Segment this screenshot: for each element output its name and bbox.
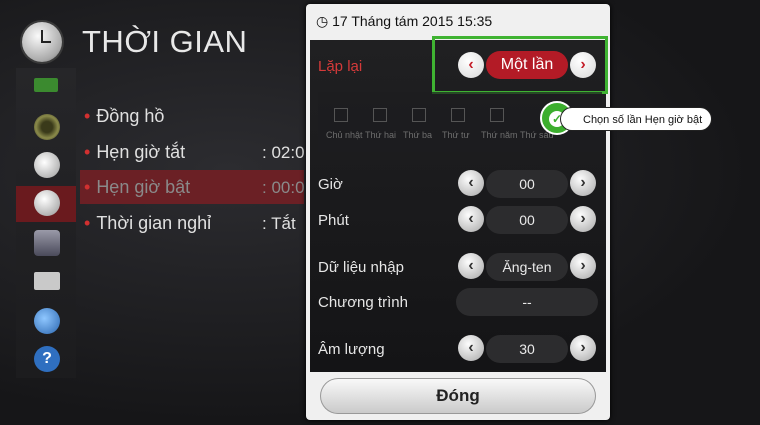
- menu-item-clock[interactable]: • Đồng hồ: [84, 106, 164, 127]
- volume-label: Âm lượng: [318, 341, 385, 358]
- repeat-highlight-box: [432, 36, 608, 94]
- hour-prev-button[interactable]: ‹: [458, 170, 484, 196]
- page-title: THỜI GIAN: [82, 24, 248, 59]
- input-prev-button[interactable]: ‹: [458, 253, 484, 279]
- keyboard-icon[interactable]: [34, 272, 60, 290]
- lock-icon[interactable]: [34, 230, 60, 256]
- volume-value[interactable]: 30: [486, 335, 568, 363]
- program-value[interactable]: --: [456, 288, 598, 316]
- input-value[interactable]: Ăng-ten: [486, 253, 568, 281]
- close-button[interactable]: Đóng: [320, 378, 596, 414]
- day-checkbox[interactable]: [334, 108, 348, 122]
- volume-prev-button[interactable]: ‹: [458, 335, 484, 361]
- picture-icon[interactable]: [34, 78, 58, 92]
- clock-icon[interactable]: [34, 190, 60, 216]
- menu-item-sleep-timer[interactable]: • Thời gian nghỉ: [84, 213, 211, 234]
- minute-next-button[interactable]: ›: [570, 206, 596, 232]
- day-checkbox[interactable]: [373, 108, 387, 122]
- day-label: Thứ năm: [481, 130, 518, 140]
- day-checkbox[interactable]: [412, 108, 426, 122]
- hour-value[interactable]: 00: [486, 170, 568, 198]
- hour-label: Giờ: [318, 176, 343, 193]
- day-label: Thứ tư: [442, 130, 470, 140]
- clock-icon: ◷: [316, 13, 329, 29]
- menu-item-on-timer[interactable]: • Hẹn giờ bật: [84, 177, 190, 198]
- input-label: Dữ liệu nhập: [318, 259, 404, 276]
- menu-item-off-timer[interactable]: • Hẹn giờ tắt: [84, 142, 185, 163]
- callout-tooltip: Chọn số lần Hẹn giờ bật: [560, 107, 712, 131]
- dialog-datetime: ◷ 17 Tháng tám 2015 15:35: [316, 13, 493, 29]
- speaker-icon[interactable]: [34, 114, 60, 140]
- day-label: Chủ nhật: [326, 130, 363, 140]
- hour-next-button[interactable]: ›: [570, 170, 596, 196]
- repeat-label: Lặp lại: [318, 58, 363, 75]
- minute-label: Phút: [318, 212, 349, 229]
- minute-prev-button[interactable]: ‹: [458, 206, 484, 232]
- day-checkbox[interactable]: [490, 108, 504, 122]
- day-label: Thứ ba: [403, 130, 433, 140]
- help-icon[interactable]: ?: [34, 346, 60, 372]
- off-timer-value: : 02:0: [262, 143, 305, 162]
- minute-value[interactable]: 00: [486, 206, 568, 234]
- program-label: Chương trình: [318, 294, 408, 311]
- on-timer-value: : 00:0: [262, 178, 305, 197]
- input-next-button[interactable]: ›: [570, 253, 596, 279]
- clock-icon: [22, 22, 62, 62]
- day-checkbox[interactable]: [451, 108, 465, 122]
- sleep-timer-value: : Tắt: [262, 214, 296, 233]
- volume-next-button[interactable]: ›: [570, 335, 596, 361]
- day-label: Thứ hai: [365, 130, 397, 140]
- globe-icon[interactable]: [34, 308, 60, 334]
- satellite-dish-icon[interactable]: [34, 152, 60, 178]
